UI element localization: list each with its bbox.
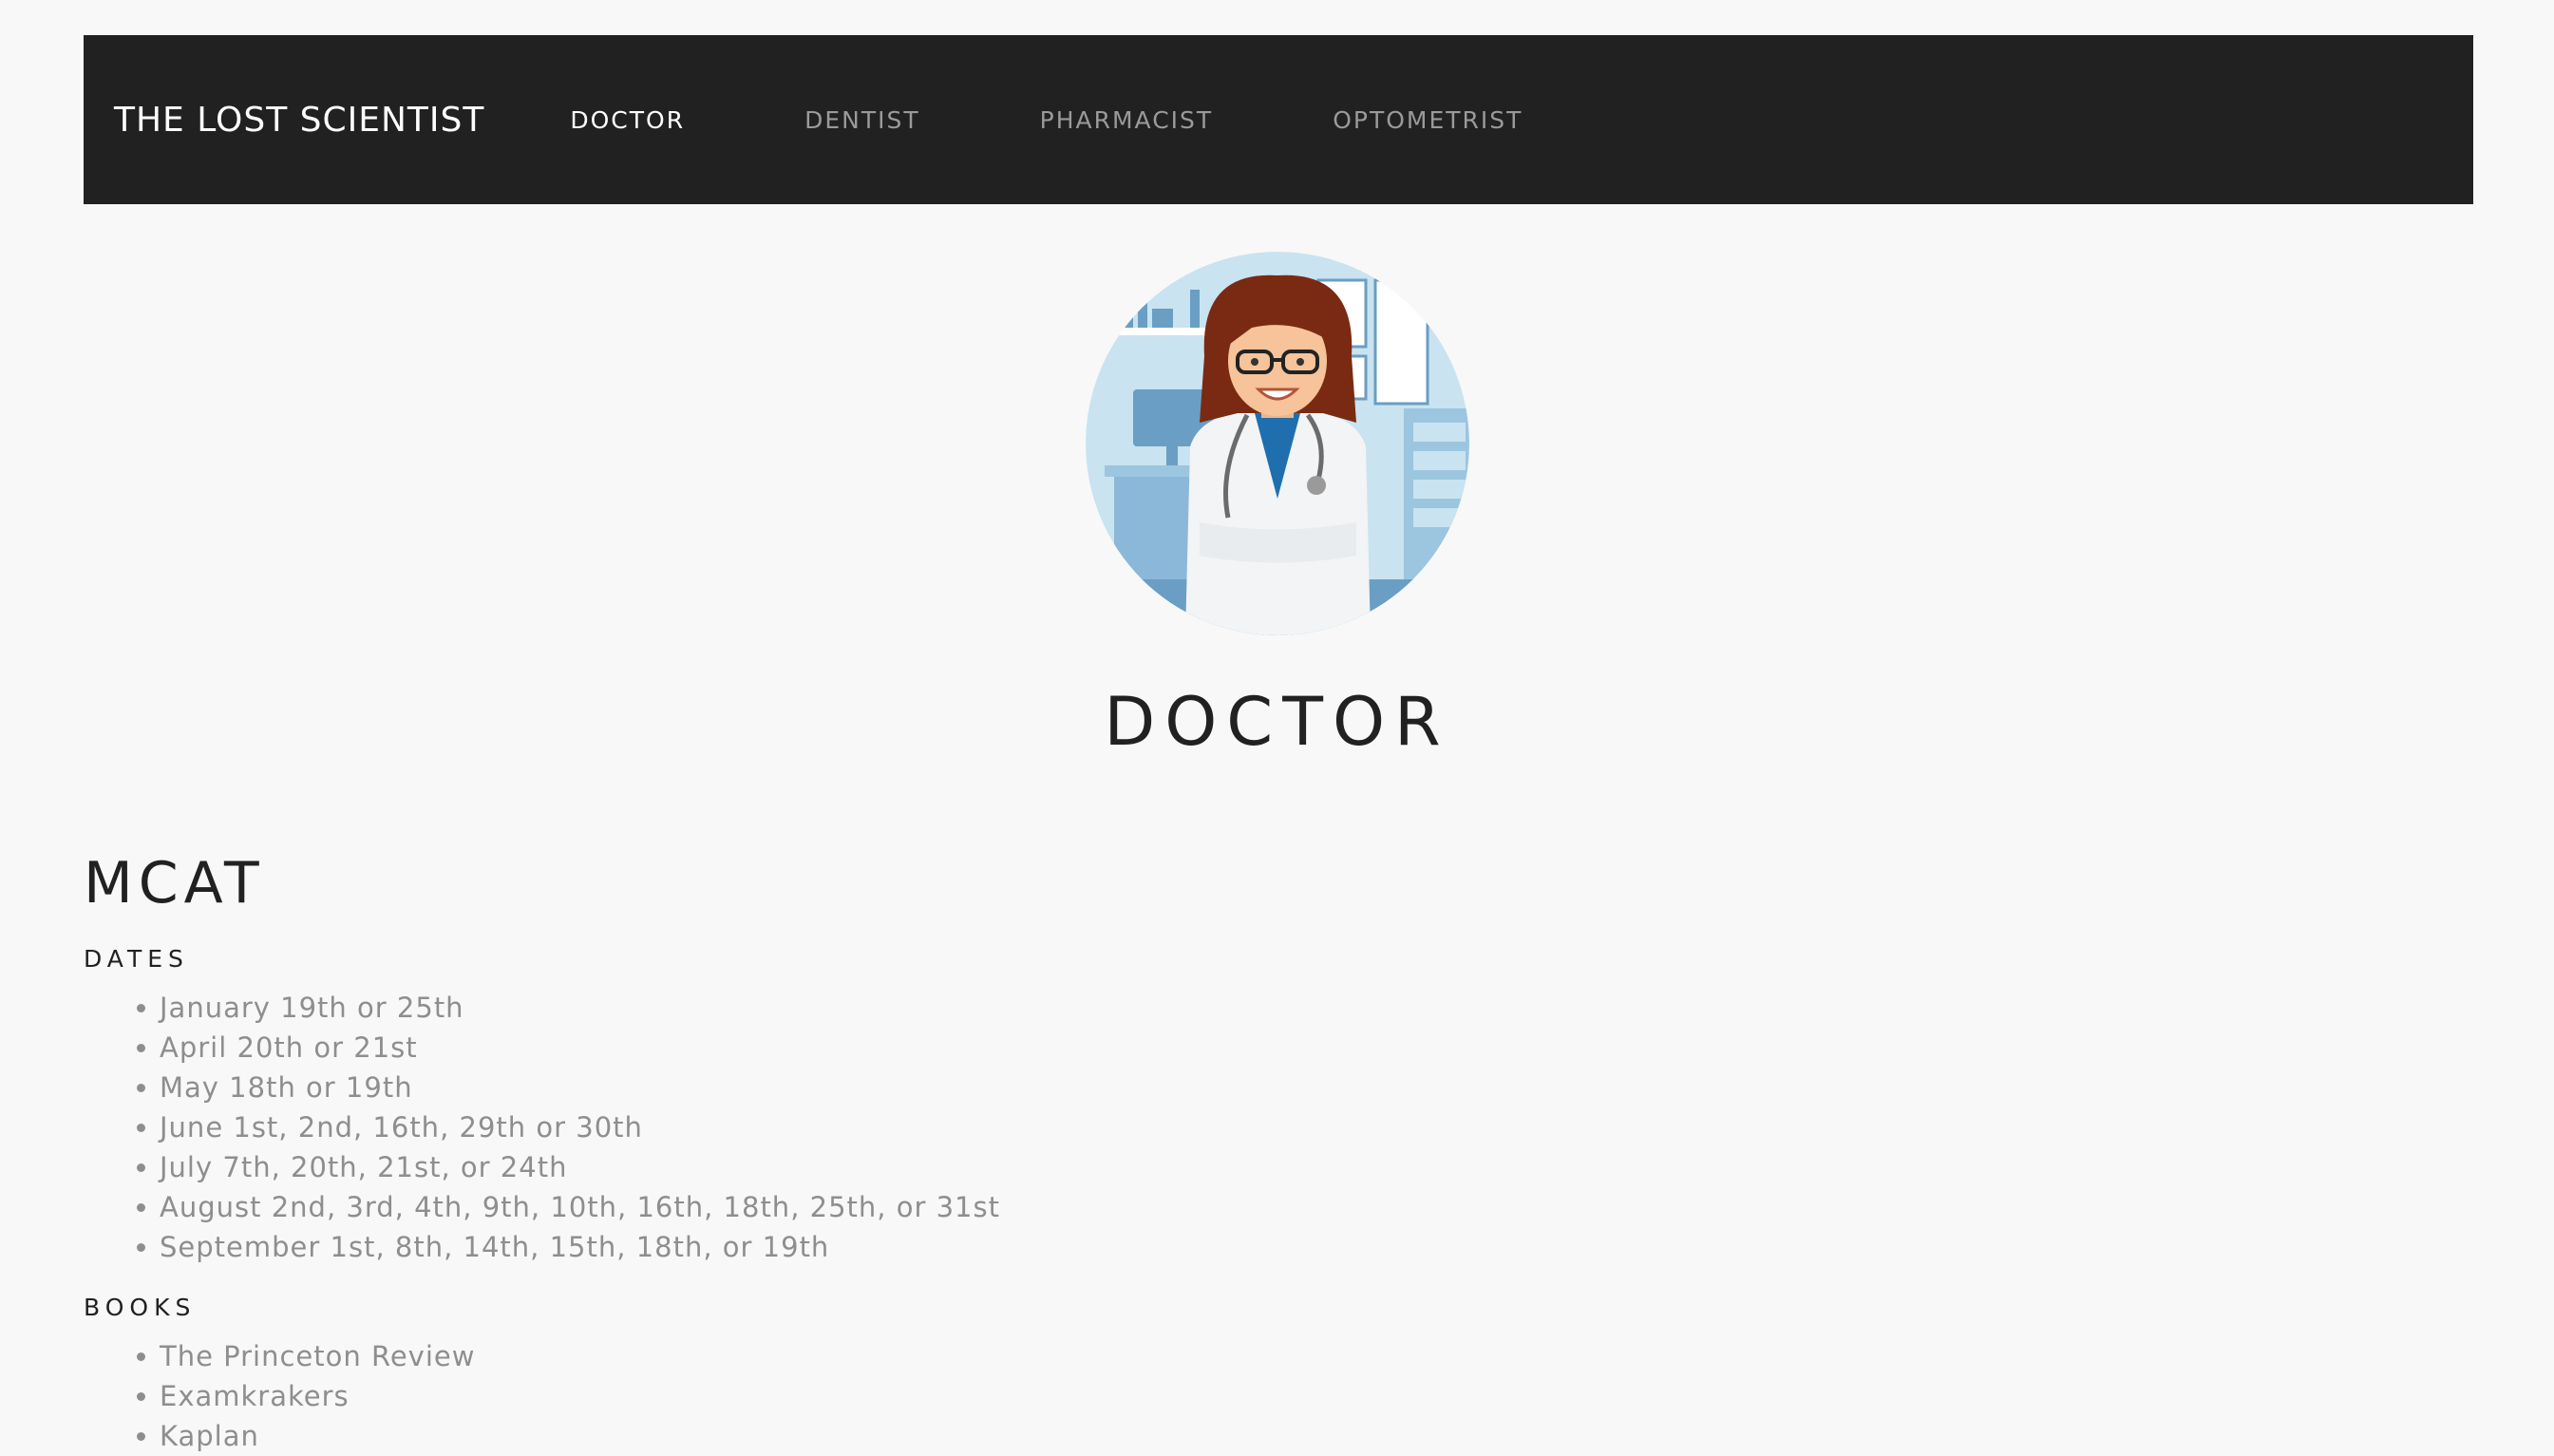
nav-link-dentist[interactable]: DENTIST bbox=[804, 106, 920, 134]
dates-heading: DATES bbox=[84, 945, 189, 973]
list-item: January 19th or 25th bbox=[84, 988, 2363, 1028]
books-heading: BOOKS bbox=[84, 1294, 197, 1321]
nav-link-doctor[interactable]: DOCTOR bbox=[570, 106, 685, 134]
list-item: April 20th or 21st bbox=[84, 1028, 2363, 1068]
list-item: Kaplan bbox=[84, 1416, 2363, 1456]
list-item: The Princeton Review bbox=[84, 1336, 2363, 1376]
brand-logo[interactable]: THE LOST SCIENTIST bbox=[114, 101, 484, 140]
list-item: July 7th, 20th, 21st, or 24th bbox=[84, 1147, 2363, 1187]
page-title: DOCTOR bbox=[1104, 683, 1450, 761]
list-item: Examkrakers bbox=[84, 1376, 2363, 1416]
list-item: May 18th or 19th bbox=[84, 1068, 2363, 1107]
top-navbar: THE LOST SCIENTIST DOCTOR DENTIST PHARMA… bbox=[84, 35, 2473, 204]
dates-list: January 19th or 25th April 20th or 21st … bbox=[84, 988, 2363, 1267]
hero: DOCTOR bbox=[0, 252, 2554, 805]
nav-links: DOCTOR DENTIST PHARMACIST OPTOMETRIST bbox=[570, 106, 1642, 134]
list-item: June 1st, 2nd, 16th, 29th or 30th bbox=[84, 1107, 2363, 1147]
nav-link-optometrist[interactable]: OPTOMETRIST bbox=[1333, 106, 1523, 134]
nav-link-pharmacist[interactable]: PHARMACIST bbox=[1040, 106, 1214, 134]
doctor-illustration-icon bbox=[1085, 252, 1469, 635]
list-item: September 1st, 8th, 14th, 15th, 18th, or… bbox=[84, 1227, 2363, 1267]
section-title-mcat: MCAT bbox=[84, 850, 265, 917]
list-item: August 2nd, 3rd, 4th, 9th, 10th, 16th, 1… bbox=[84, 1187, 2363, 1227]
books-list: The Princeton Review Examkrakers Kaplan bbox=[84, 1336, 2363, 1456]
main-content: MCAT DATES January 19th or 25th April 20… bbox=[84, 850, 2363, 1456]
